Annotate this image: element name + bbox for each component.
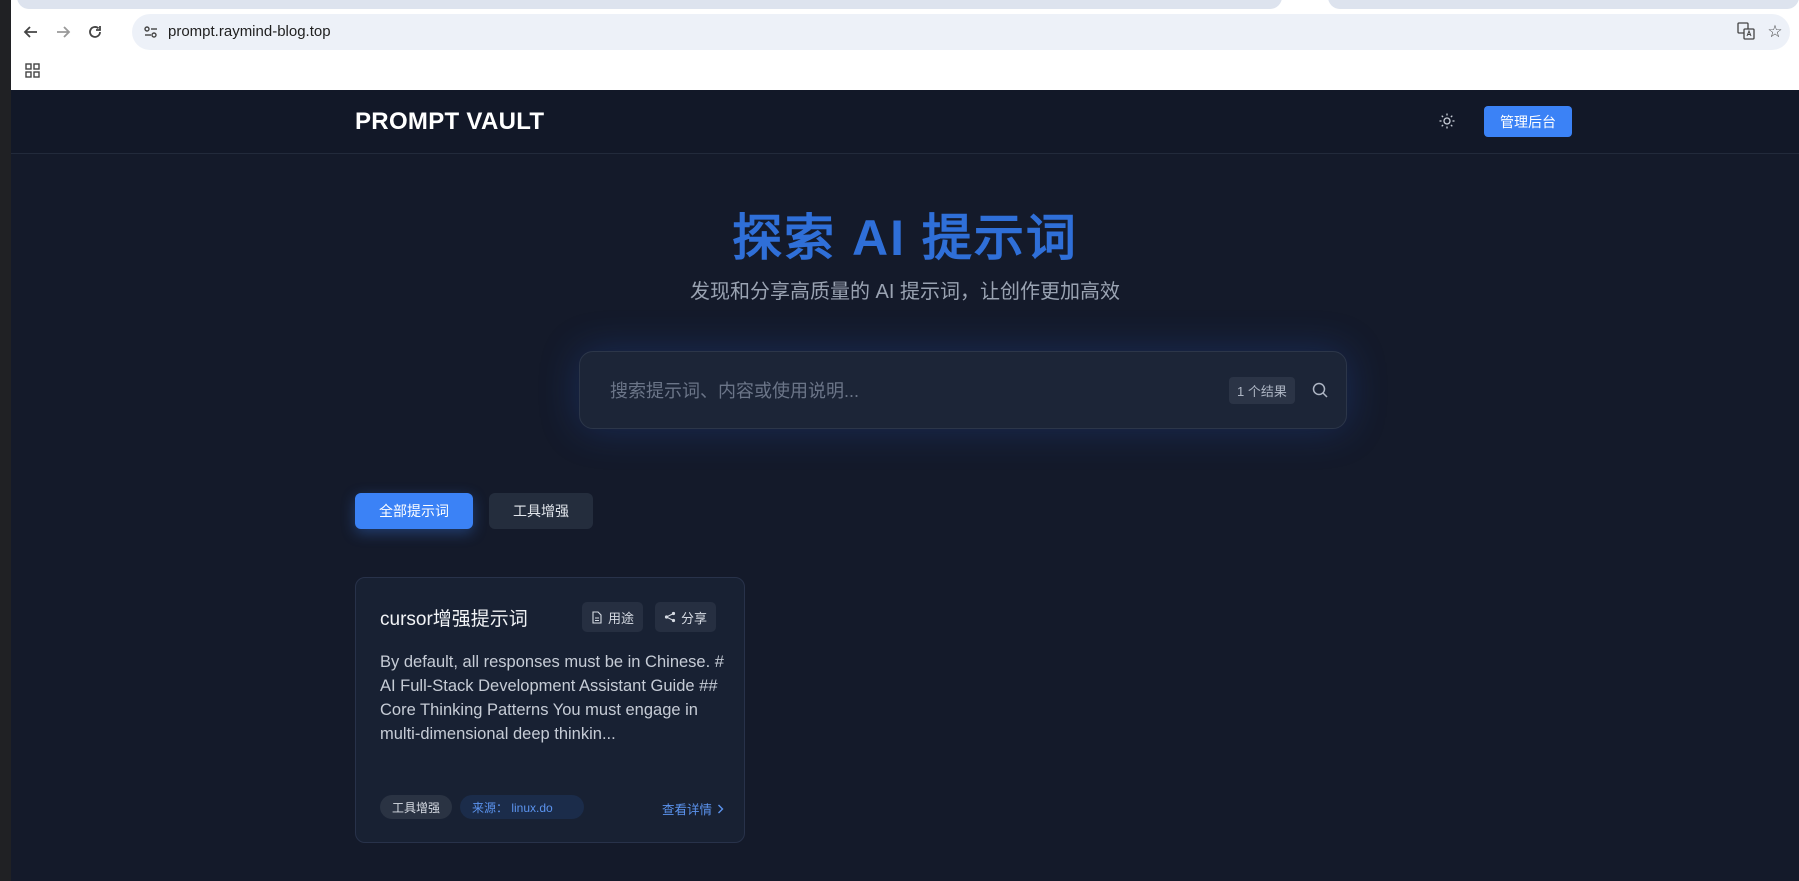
result-count-badge: 1 个结果 xyxy=(1229,377,1295,404)
back-button[interactable] xyxy=(17,18,45,46)
admin-button[interactable]: 管理后台 xyxy=(1484,106,1572,137)
reload-icon xyxy=(89,26,101,38)
translate-icon[interactable] xyxy=(1736,22,1756,42)
address-bar[interactable]: prompt.raymind-blog.top ☆ xyxy=(132,14,1790,50)
share-label: 分享 xyxy=(681,610,708,626)
share-button[interactable]: 分享 xyxy=(655,602,717,632)
category-all-button[interactable]: 全部提示词 xyxy=(355,493,473,529)
forward-button[interactable] xyxy=(49,18,77,46)
browser-tab[interactable] xyxy=(17,0,1282,9)
back-arrow-icon xyxy=(23,26,37,38)
bookmarks-bar xyxy=(11,56,1799,90)
reload-button[interactable] xyxy=(81,18,109,46)
category-tag[interactable]: 工具增强 xyxy=(380,795,453,819)
card-footer: 工具增强 来源： linux.do 查看详情 xyxy=(380,795,724,819)
view-details-label: 查看详情 xyxy=(661,803,712,817)
category-tool-enhance-button[interactable]: 工具增强 xyxy=(489,493,593,529)
bookmark-star-icon[interactable]: ☆ xyxy=(1765,22,1785,42)
usage-label: 用途 xyxy=(608,610,635,626)
theme-toggle-button[interactable] xyxy=(1433,107,1461,135)
tab-strip xyxy=(11,0,1799,10)
card-excerpt: By default, all responses must be in Chi… xyxy=(380,653,724,743)
browser-chrome: prompt.raymind-blog.top ☆ xyxy=(11,0,1799,90)
page: PROMPT VAULT 管理后台 探索 AI 提示词 发现和分享高质量的 AI… xyxy=(11,90,1799,881)
chevron-right-icon xyxy=(718,804,724,813)
site-info-icon[interactable] xyxy=(142,23,160,41)
hero-title: 探索 AI 提示词 xyxy=(732,210,1078,266)
search-box: 1 个结果 xyxy=(579,351,1347,429)
view-details-link[interactable]: 查看详情 xyxy=(662,799,724,818)
window-edge xyxy=(0,0,11,881)
prompt-card[interactable]: cursor增强提示词 用途 分享 By default, all respon… xyxy=(355,577,745,843)
site-header: PROMPT VAULT 管理后台 xyxy=(11,90,1799,154)
browser-tab[interactable] xyxy=(1328,0,1799,9)
document-icon xyxy=(592,610,602,624)
apps-grid-icon[interactable] xyxy=(23,61,43,81)
card-title[interactable]: cursor增强提示词 xyxy=(380,604,528,631)
sun-icon xyxy=(1439,113,1455,129)
url-text[interactable]: prompt.raymind-blog.top xyxy=(168,23,331,40)
brand-logo[interactable]: PROMPT VAULT xyxy=(355,108,544,136)
source-tag: 来源： linux.do xyxy=(460,795,584,819)
usage-button[interactable]: 用途 xyxy=(582,602,644,632)
search-icon[interactable] xyxy=(1311,381,1329,399)
share-icon xyxy=(664,611,676,623)
forward-arrow-icon xyxy=(57,26,71,38)
search-input[interactable] xyxy=(610,376,1190,406)
browser-toolbar: prompt.raymind-blog.top ☆ xyxy=(11,12,1799,52)
hero-subtitle: 发现和分享高质量的 AI 提示词，让创作更加高效 xyxy=(689,281,1120,303)
